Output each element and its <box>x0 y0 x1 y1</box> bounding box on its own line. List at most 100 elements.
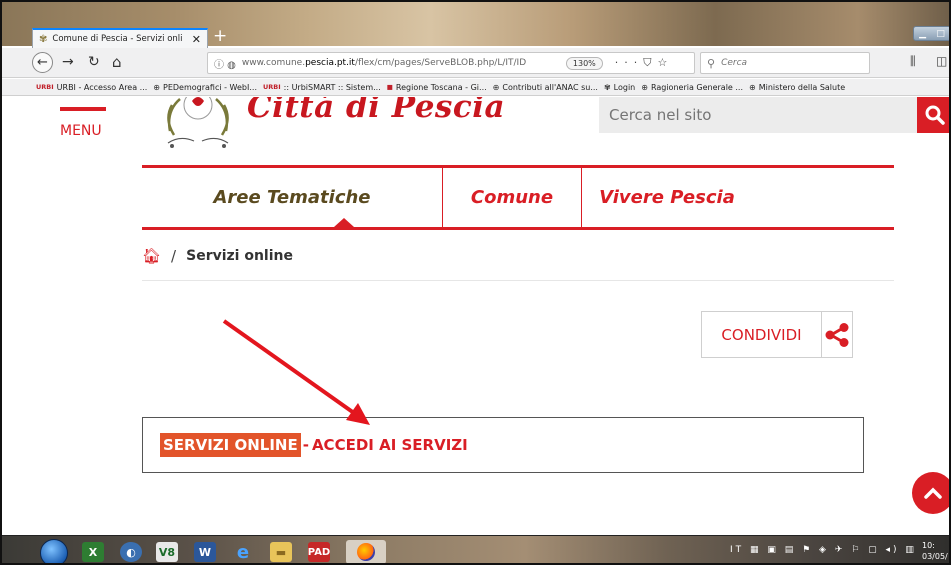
arrow-left-icon: ← <box>37 55 48 70</box>
forward-icon[interactable]: → <box>62 54 74 70</box>
url-path: /flex/cm/pages/ServeBLOB.php/L/IT/ID <box>354 58 527 68</box>
browser-search[interactable]: ⚲ <box>700 52 870 74</box>
app-icon[interactable]: ◐ <box>120 542 142 562</box>
start-button[interactable] <box>40 539 68 563</box>
bookmark-item[interactable]: URBI URBI - Accesso Area ... <box>36 83 147 92</box>
urbi-icon: URBI <box>36 83 54 91</box>
excel-icon[interactable]: X <box>82 542 104 562</box>
browser-tab[interactable]: ✾ Comune di Pescia - Servizi onli ✕ <box>32 28 208 48</box>
pocket-icon[interactable]: ⛉ <box>643 56 657 69</box>
bookmark-item[interactable]: ■ Regione Toscana - Gi... <box>387 83 487 92</box>
language-indicator[interactable]: IT <box>730 545 744 555</box>
library-icon[interactable]: ⫼ <box>910 54 916 69</box>
minimize-icon[interactable]: ▁ <box>919 29 926 39</box>
pescia-crest-logo[interactable] <box>162 97 234 151</box>
site-title[interactable]: Città di Pescia <box>247 97 505 125</box>
bookmark-label: PEDemografici - WebI... <box>163 82 257 92</box>
chevron-up-icon <box>924 487 942 499</box>
regione-icon: ■ <box>386 83 393 91</box>
firefox-icon <box>357 543 375 561</box>
clock-time: 10: <box>922 541 935 550</box>
search-icon: ⚲ <box>707 56 716 70</box>
site-search-box[interactable] <box>599 97 917 133</box>
bookmark-label: Regione Toscana - Gi... <box>395 82 487 92</box>
site-search-input[interactable] <box>609 106 899 124</box>
breadcrumb-separator: / <box>171 247 177 265</box>
system-tray[interactable]: IT ▦ ▣ ▤ ⚑ ◈ ✈ ⚐ ▢ ◂) ▥ <box>730 545 917 555</box>
bookmark-item[interactable]: ✾ Login <box>604 83 635 92</box>
browser-titlebar: ✾ Comune di Pescia - Servizi onli ✕ + ▁ … <box>2 2 949 48</box>
close-tab-icon[interactable]: ✕ <box>192 33 201 46</box>
pad-icon[interactable]: PAD <box>308 542 330 562</box>
site-search-button[interactable] <box>917 97 949 133</box>
firefox-taskbar-button[interactable] <box>346 540 386 563</box>
bookmark-label: URBI - Accesso Area ... <box>56 82 148 92</box>
reload-icon[interactable]: ↻ <box>88 54 100 70</box>
breadcrumb: 🏠︎ / Servizi online <box>142 247 293 265</box>
services-online-label: SERVIZI ONLINE <box>160 433 301 457</box>
new-tab-icon[interactable]: + <box>213 26 227 46</box>
share-icon <box>825 322 849 347</box>
clock-date: 03/05/ <box>922 552 948 561</box>
globe-icon: ⊕ <box>749 82 756 92</box>
globe-icon: ⊕ <box>641 82 648 92</box>
info-lock-icon[interactable]: ⓘ ◍ <box>214 56 236 71</box>
bookmark-label: Ragioneria Generale ... <box>650 82 744 92</box>
globe-icon: ⊕ <box>153 82 160 92</box>
tab-title: Comune di Pescia - Servizi onli <box>52 34 183 44</box>
bookmark-star-icon[interactable]: ☆ <box>658 56 674 69</box>
search-icon <box>925 105 945 125</box>
home-icon[interactable]: 🏠︎ <box>142 247 161 265</box>
url-text[interactable]: www.comune.pescia.pt.it/flex/cm/pages/Se… <box>242 58 560 68</box>
nav-vivere-pescia[interactable]: Vivere Pescia <box>582 168 752 227</box>
url-domain: pescia.pt.it <box>305 58 355 68</box>
bookmark-item[interactable]: ⊕ PEDemografici - WebI... <box>153 83 257 92</box>
clock[interactable]: 10: 03/05/ <box>922 540 948 562</box>
menu-hamburger-icon[interactable] <box>60 107 106 111</box>
bookmark-item[interactable]: URBI:: UrbiSMART :: Sistem... <box>263 83 381 92</box>
ie-icon[interactable]: e <box>232 542 254 563</box>
screen: ✾ Comune di Pescia - Servizi onli ✕ + ▁ … <box>0 0 951 565</box>
folder-icon[interactable]: ▬ <box>270 542 292 562</box>
nav-aree-tematiche[interactable]: Aree Tematiche <box>142 168 442 227</box>
share-button[interactable]: CONDIVIDI <box>702 312 822 357</box>
home-icon[interactable]: ⌂ <box>112 53 122 71</box>
more-icon[interactable]: ··· <box>615 56 644 69</box>
back-to-top-button[interactable] <box>912 472 949 514</box>
maximize-icon[interactable]: □ <box>936 29 945 39</box>
url-prefix: www.comune. <box>241 58 306 68</box>
site-favicon-icon: ✾ <box>39 33 48 45</box>
share-icon-button[interactable] <box>822 312 852 357</box>
nav-border-bottom <box>142 227 894 230</box>
bookmark-item[interactable]: ⊕ Contributi all'ANAC su... <box>493 83 598 92</box>
bookmark-item[interactable]: ⊕ Ministero della Salute <box>749 83 845 92</box>
accedi-servizi-link[interactable]: ACCEDI AI SERVIZI <box>312 436 468 454</box>
divider <box>142 280 894 281</box>
crest-icon: ✾ <box>603 82 611 92</box>
bookmark-label: Contributi all'ANAC su... <box>502 82 598 92</box>
nav-comune[interactable]: Comune <box>443 168 581 227</box>
sidebar-icon[interactable]: ◫ <box>936 54 947 68</box>
active-nav-indicator <box>334 218 354 227</box>
services-separator: - <box>302 436 309 454</box>
globe-icon: ⊕ <box>492 82 500 92</box>
word-icon[interactable]: W <box>194 542 216 562</box>
urbi-icon: URBI <box>262 83 281 91</box>
page-actions[interactable]: ···⛉☆ <box>615 56 674 70</box>
back-button[interactable]: ← <box>32 52 53 73</box>
breadcrumb-current: Servizi online <box>186 248 293 264</box>
bookmarks-bar: URBI URBI - Accesso Area ... ⊕ PEDemografi… <box>2 79 949 96</box>
menu-button[interactable]: MENU <box>60 123 102 139</box>
web-page: MENU Città di Pescia Aree Tematiche Comu… <box>2 97 949 535</box>
window-controls[interactable]: ▁ □ <box>913 26 949 41</box>
share-box[interactable]: CONDIVIDI <box>701 311 853 358</box>
browser-search-input[interactable] <box>721 58 852 68</box>
url-bar[interactable]: ⓘ ◍ www.comune.pescia.pt.it/flex/cm/page… <box>207 52 695 74</box>
windows-taskbar: X ◐ V8 W e ▬ PAD IT ▦ ▣ ▤ ⚑ ◈ ✈ ⚐ ▢ ◂) ▥… <box>2 535 949 563</box>
services-box: SERVIZI ONLINE - ACCEDI AI SERVIZI <box>142 417 864 473</box>
zoom-level[interactable]: 130% <box>565 56 603 70</box>
bookmark-label: Login <box>613 82 636 92</box>
bookmark-label: :: UrbiSMART :: Sistem... <box>283 82 381 92</box>
v8-icon[interactable]: V8 <box>156 542 178 562</box>
bookmark-item[interactable]: ⊕ Ragioneria Generale ... <box>641 83 743 92</box>
